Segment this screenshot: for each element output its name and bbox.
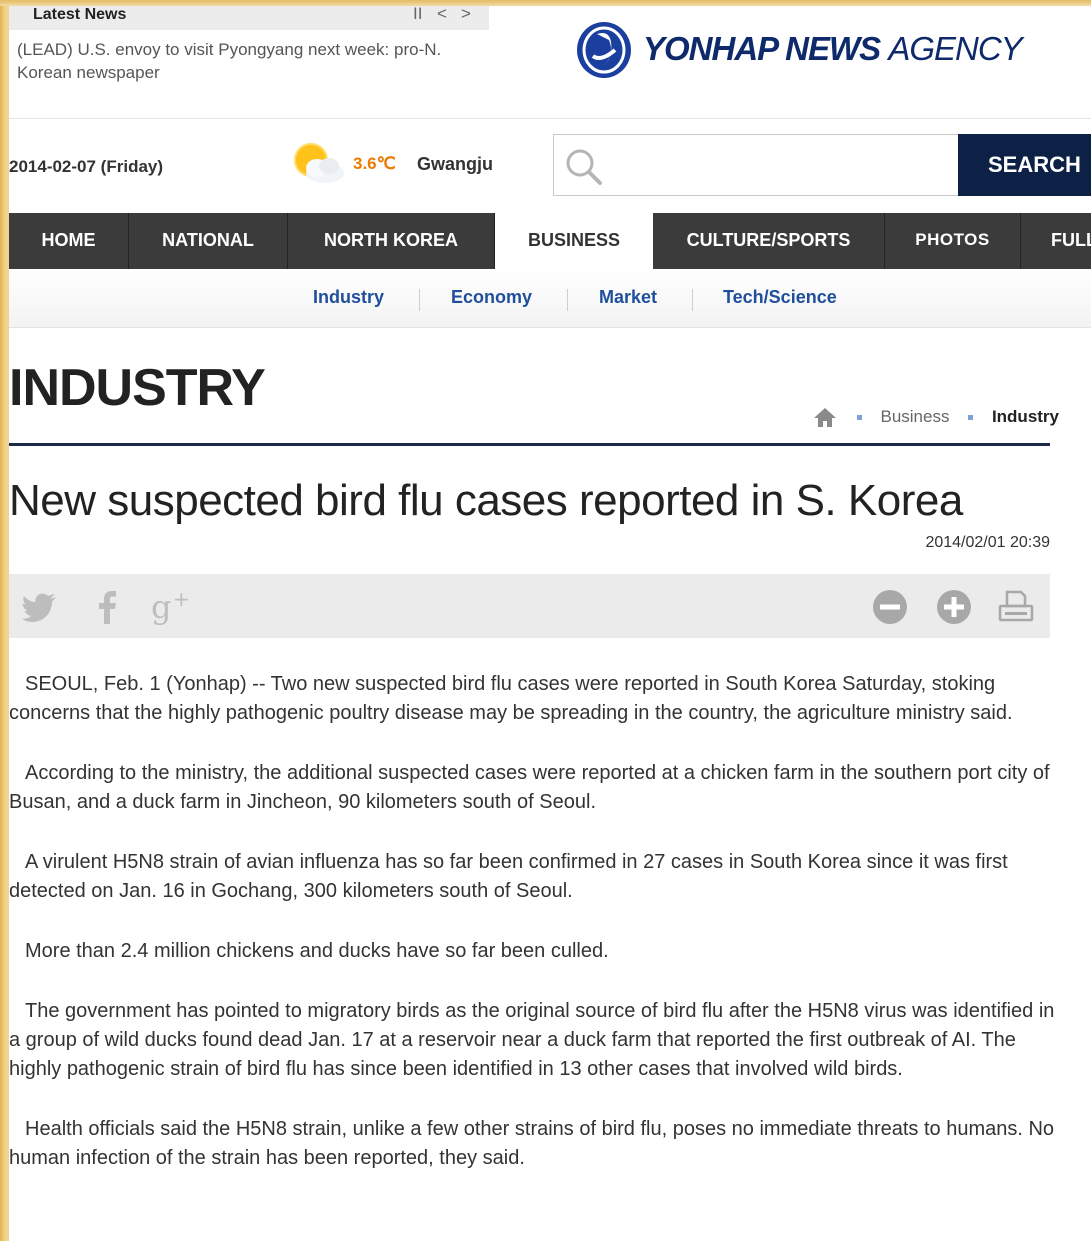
- nav-home[interactable]: HOME: [9, 213, 129, 269]
- subnav-tech-science[interactable]: Tech/Science: [723, 287, 837, 308]
- article-paragraph: SEOUL, Feb. 1 (Yonhap) -- Two new suspec…: [9, 673, 1013, 724]
- page-edge-left: [0, 0, 9, 1241]
- print-icon[interactable]: [997, 588, 1035, 626]
- latest-news-title: Latest News: [33, 6, 127, 23]
- google-plus-icon[interactable]: g +: [149, 588, 199, 626]
- yonhap-logo[interactable]: YONHAP NEWS AGENCY: [575, 12, 1035, 84]
- current-date: 2014-02-07 (Friday): [9, 157, 164, 176]
- header-divider: [9, 118, 1091, 119]
- latest-news-headline[interactable]: (LEAD) U.S. envoy to visit Pyongyang nex…: [17, 38, 457, 84]
- article-paragraph: More than 2.4 million chickens and ducks…: [25, 940, 609, 962]
- section-divider: [9, 443, 1050, 446]
- article-paragraph: According to the ministry, the additiona…: [9, 762, 1050, 813]
- latest-news-bar: Latest News II < >: [9, 6, 489, 30]
- partly-cloudy-icon: [294, 143, 344, 183]
- nav-north-korea[interactable]: NORTH KOREA: [288, 213, 495, 269]
- sub-nav: Industry Economy Market Tech/Science: [9, 269, 1091, 328]
- yonhap-logo-icon: [577, 22, 631, 78]
- breadcrumb: Business Industry: [812, 406, 1059, 430]
- next-button[interactable]: >: [461, 6, 471, 24]
- search-button[interactable]: SEARCH: [958, 134, 1091, 196]
- nav-photos[interactable]: PHOTOS: [885, 213, 1021, 269]
- breadcrumb-separator: [968, 414, 974, 420]
- article-paragraph: Health officials said the H5N8 strain, u…: [9, 1118, 1055, 1169]
- search-box: [553, 134, 958, 196]
- nav-national[interactable]: NATIONAL: [129, 213, 288, 269]
- subnav-industry[interactable]: Industry: [313, 287, 384, 308]
- search-input[interactable]: [614, 147, 948, 183]
- main-nav: HOME NATIONAL NORTH KOREA BUSINESS CULTU…: [9, 213, 1091, 269]
- facebook-icon[interactable]: [89, 588, 127, 626]
- twitter-icon[interactable]: [21, 588, 59, 626]
- pause-button[interactable]: II: [413, 6, 422, 24]
- logo-suffix: AGENCY: [888, 30, 1022, 67]
- search-icon: [566, 149, 602, 185]
- article-timestamp: 2014/02/01 20:39: [925, 534, 1050, 551]
- temperature: 3.6℃: [353, 154, 396, 173]
- nav-business[interactable]: BUSINESS: [495, 213, 653, 269]
- zoom-in-icon[interactable]: [935, 588, 973, 626]
- subnav-economy[interactable]: Economy: [451, 287, 532, 308]
- subnav-divider: [419, 289, 420, 311]
- article-paragraph: The government has pointed to migratory …: [9, 1000, 1055, 1080]
- nav-full[interactable]: FULL: [1021, 213, 1091, 269]
- article-body: SEOUL, Feb. 1 (Yonhap) -- Two new suspec…: [9, 670, 1069, 1204]
- prev-button[interactable]: <: [437, 6, 447, 24]
- subnav-market[interactable]: Market: [599, 287, 657, 308]
- breadcrumb-parent[interactable]: Business: [880, 407, 949, 427]
- article-headline: New suspected bird flu cases reported in…: [9, 476, 963, 525]
- section-title: INDUSTRY: [9, 359, 266, 417]
- svg-text:g: g: [151, 588, 171, 626]
- nav-culture-sports[interactable]: CULTURE/SPORTS: [653, 213, 885, 269]
- article-paragraph: A virulent H5N8 strain of avian influenz…: [9, 851, 1008, 902]
- breadcrumb-separator: [856, 414, 862, 420]
- weather-city: Gwangju: [417, 154, 493, 174]
- share-toolbar: g +: [9, 574, 1050, 638]
- breadcrumb-current: Industry: [991, 407, 1059, 426]
- svg-text:+: +: [173, 588, 190, 611]
- zoom-out-icon[interactable]: [871, 588, 909, 626]
- logo-wordmark: YONHAP NEWS AGENCY: [643, 30, 1023, 68]
- subnav-divider: [692, 289, 693, 311]
- home-icon[interactable]: [812, 406, 838, 428]
- logo-brand: YONHAP NEWS: [643, 30, 881, 67]
- subnav-divider: [567, 289, 568, 311]
- page: Latest News II < > (LEAD) U.S. envoy to …: [9, 6, 1091, 1241]
